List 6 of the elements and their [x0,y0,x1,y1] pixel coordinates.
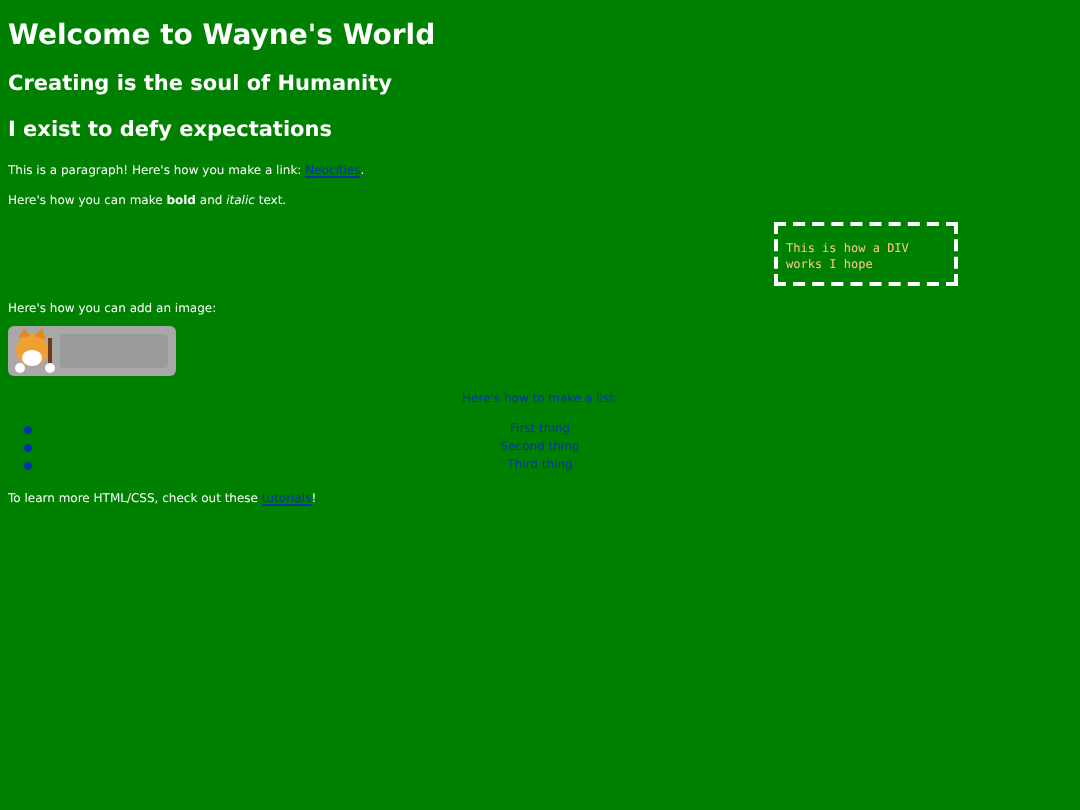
subtitle: Creating is the soul of Humanity [8,72,394,96]
page-title: Welcome to Wayne's World [8,20,438,52]
subtitle: I exist to defy expectations [8,118,334,142]
bullet-icon [24,426,32,434]
bullet-icon [24,444,32,452]
bullet-icon [24,462,32,470]
